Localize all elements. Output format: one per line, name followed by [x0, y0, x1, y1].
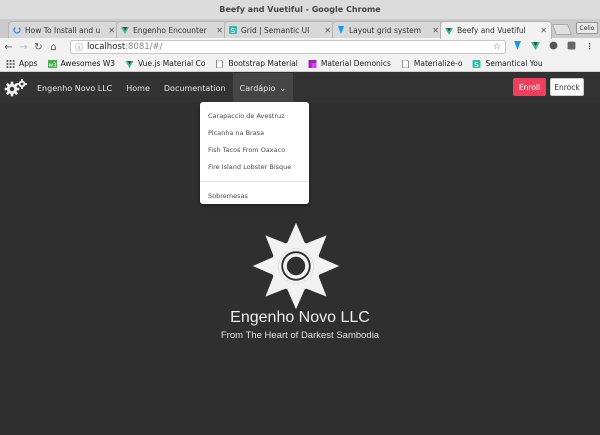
info-icon[interactable]: ⓘ: [75, 42, 83, 53]
reload-icon[interactable]: ↻: [32, 42, 45, 53]
dropdown-label: Cardápio: [239, 83, 276, 93]
tab-label: Beefy and Vuetiful: [457, 26, 526, 35]
tab-how-to-install[interactable]: How To Install and u ✕: [8, 21, 120, 38]
tab-label: How To Install and u: [25, 25, 101, 35]
bookmark-apps[interactable]: Apps: [6, 59, 38, 68]
address-bar[interactable]: ⓘ localhost:8081/#/ ☆: [70, 40, 506, 54]
dropdown-item-sobremesas[interactable]: Sobremesas: [200, 188, 309, 205]
tab-layout-grid[interactable]: Layout grid system ✕: [332, 21, 444, 38]
semantic-icon: S: [472, 59, 481, 68]
tab-label: Layout grid system: [349, 25, 422, 35]
vue-icon: [121, 26, 129, 34]
tab-engenho-encounter[interactable]: Engenho Encounter ✕: [116, 21, 228, 38]
cardapio-dropdown-menu: Carapaccio de Avestruz Picanha na Brasa …: [200, 102, 309, 204]
extension-icon[interactable]: [548, 41, 559, 52]
home-icon[interactable]: ⌂: [47, 42, 60, 53]
bookmark-awesomes-w3[interactable]: w3 Awesomes W3: [47, 59, 116, 68]
enroll-button[interactable]: Enroll: [513, 78, 546, 96]
semantic-icon: S: [229, 26, 237, 34]
page-icon: [216, 59, 224, 68]
bookmark-vue-material[interactable]: Vue.js Material Co: [125, 59, 205, 68]
vuetify-extension-icon[interactable]: [512, 41, 523, 52]
w3-icon: w3: [47, 59, 57, 68]
hero-title: Engenho Novo LLC: [230, 309, 370, 326]
hero-subtitle: From The Heart of Darkest Sambodia: [220, 330, 380, 341]
bookmark-label: Apps: [19, 59, 38, 68]
bookmark-label: Semantical You: [485, 59, 543, 68]
new-tab-button[interactable]: [551, 24, 573, 35]
tab-grid-semantic[interactable]: S Grid | Semantic UI ✕: [224, 21, 336, 38]
tab-strip: How To Install and u ✕ Engenho Encounter…: [0, 19, 600, 39]
dropdown-item[interactable]: Picanha na Brasa: [200, 125, 309, 142]
svg-text:S: S: [231, 27, 236, 34]
url-path: :8081/#/: [125, 42, 163, 52]
svg-text:w3: w3: [48, 62, 56, 68]
nav-home[interactable]: Home: [119, 73, 157, 103]
bookmark-label: Awesomes W3: [60, 59, 116, 68]
bookmark-label: Bootstrap Material: [228, 59, 298, 68]
pocket-icon[interactable]: [566, 41, 577, 52]
toolbar: ← → ↻ ⌂ ⓘ localhost:8081/#/ ☆ ⋮: [0, 38, 600, 56]
back-arrow-icon[interactable]: ←: [2, 42, 15, 53]
bookmark-label: Material Demonics: [320, 59, 391, 68]
window-title: Beefy and Vuetiful - Google Chrome: [0, 0, 600, 19]
url-host: localhost: [87, 42, 126, 52]
bookmark-label: Materialize-o: [413, 59, 463, 68]
close-icon[interactable]: ✕: [216, 26, 223, 35]
bookmark-bootstrap-material[interactable]: Bootstrap Material: [215, 59, 298, 68]
vue-devtools-icon[interactable]: [530, 41, 541, 52]
dropdown-divider: [200, 181, 309, 182]
bookmark-label: Vue.js Material Co: [138, 59, 206, 68]
sun-logo-icon: [252, 222, 340, 310]
close-icon[interactable]: ✕: [540, 26, 547, 35]
gears-icon[interactable]: [4, 73, 30, 103]
dropdown-item[interactable]: Fire Island Lobster Bisque: [200, 159, 309, 176]
material-icon: [308, 59, 317, 68]
vuetify-icon: [337, 26, 345, 34]
bookmarks-bar: Apps w3 Awesomes W3 Vue.js Material Co B…: [0, 56, 600, 72]
profile-button[interactable]: Celio: [576, 22, 598, 34]
page-icon: [402, 59, 409, 68]
vue-icon: [125, 60, 134, 68]
nav-cardapio-dropdown[interactable]: Cardápio ⌄: [232, 73, 294, 103]
navbar-brand[interactable]: Engenho Novo LLC: [30, 73, 119, 103]
vue-icon: [445, 27, 453, 35]
tab-label: Grid | Semantic UI: [241, 25, 310, 35]
dropdown-item[interactable]: Carapaccio de Avestruz: [200, 108, 309, 125]
bookmark-material-demonics[interactable]: Material Demonics: [308, 59, 391, 68]
svg-text:S: S: [475, 61, 480, 68]
close-icon[interactable]: ✕: [324, 26, 331, 35]
nav-documentation[interactable]: Documentation: [157, 73, 233, 103]
forward-arrow-icon[interactable]: →: [17, 42, 30, 53]
dropdown-item[interactable]: Fish Tacos From Oaxaco: [200, 142, 309, 159]
loading-icon: [13, 26, 21, 34]
bookmark-semantical-you[interactable]: S Semantical You: [472, 59, 543, 68]
site-navbar: Engenho Novo LLC Home Documentation Card…: [0, 73, 600, 103]
tab-label: Engenho Encounter: [133, 25, 207, 35]
enrock-button[interactable]: Enrock: [550, 78, 584, 96]
bookmark-star-icon[interactable]: ☆: [493, 41, 501, 54]
bookmark-materialize[interactable]: Materialize-o: [401, 59, 463, 68]
close-icon[interactable]: ✕: [432, 26, 439, 35]
chevron-down-icon: ⌄: [279, 83, 287, 93]
close-icon[interactable]: ✕: [108, 26, 115, 35]
tab-beefy-vuetiful[interactable]: Beefy and Vuetiful ✕: [440, 21, 552, 39]
menu-icon[interactable]: ⋮: [584, 41, 595, 52]
apps-icon: [6, 59, 15, 68]
